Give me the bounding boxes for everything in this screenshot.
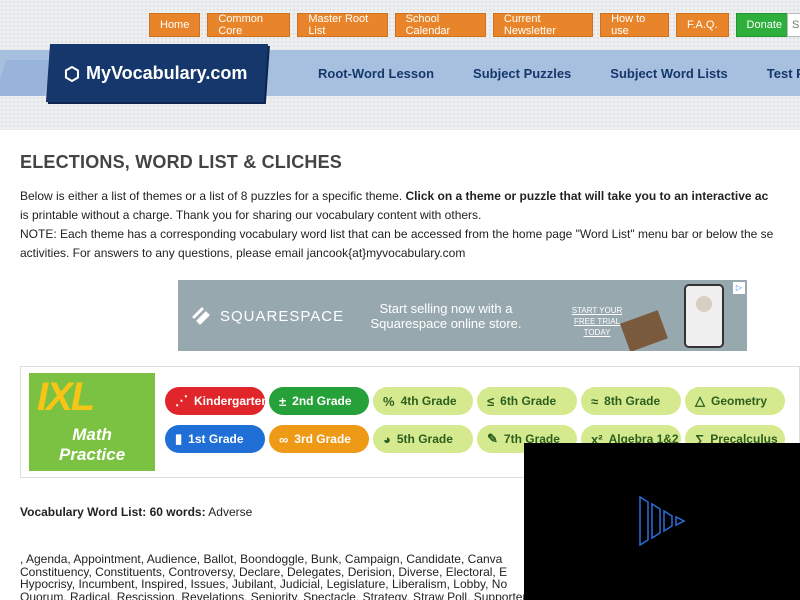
nav-home-button[interactable]: Home (149, 13, 201, 37)
grade-button-5[interactable]: ≈8th Grade (581, 387, 681, 415)
nav-root-word-lesson[interactable]: Root-Word Lesson (318, 66, 434, 81)
squarespace-brand: SQUARESPACE (220, 307, 345, 325)
grade-button-2[interactable]: ±2nd Grade (269, 387, 369, 415)
grade-label: 6th Grade (500, 394, 557, 408)
nav-subject-word-lists[interactable]: Subject Word Lists (610, 66, 728, 81)
search-input[interactable]: S (787, 13, 800, 37)
top-nav: Home Common Core Master Root List School… (149, 13, 800, 37)
grade-button-8[interactable]: ∞ 3rd Grade (269, 425, 369, 453)
video-player[interactable] (524, 443, 800, 600)
ad-phone-image (684, 284, 724, 348)
intro-line-2: is printable without a charge. Thank you… (20, 208, 482, 222)
grade-icon: ◕ (383, 431, 391, 447)
grade-icon: ▮ (175, 431, 183, 446)
squarespace-logo: SQUARESPACE (190, 305, 344, 327)
logo-text: MyVocabulary.com (86, 62, 248, 83)
grade-button-9[interactable]: ◕ 5th Grade (373, 425, 473, 453)
grade-label: Kindergarten (194, 394, 269, 408)
ixl-subtitle: Math Practice (59, 425, 125, 465)
intro-line-4: activities. For answers to any questions… (20, 246, 466, 260)
ad-headline: Start selling now with a Squarespace onl… (370, 301, 522, 331)
grade-label: 5th Grade (396, 432, 453, 446)
page-title: ELECTIONS, WORD LIST & CLICHES (20, 152, 343, 172)
grade-button-1[interactable]: ⋰ Kindergarten (165, 387, 269, 415)
grade-label: Geometry (711, 394, 768, 408)
intro-line-3: NOTE: Each theme has a corresponding voc… (20, 227, 774, 241)
grade-icon: ± (279, 393, 287, 409)
intro-text: Below is either a list of themes or a li… (20, 187, 800, 263)
nav-common-core-button[interactable]: Common Core (207, 13, 291, 37)
vocab-heading: Vocabulary Word List: 60 words: Adverse (20, 505, 252, 519)
hexagon-icon (65, 65, 80, 81)
grade-button-6[interactable]: △ Geometry (685, 387, 785, 415)
nav-school-calendar-button[interactable]: School Calendar (394, 13, 486, 37)
grade-icon: ✎ (487, 431, 498, 446)
main-nav: Root-Word Lesson Subject Puzzles Subject… (318, 66, 800, 81)
grade-label: 2nd Grade (292, 394, 352, 408)
intro-line-1: Below is either a list of themes or a li… (20, 189, 406, 203)
grade-label: 8th Grade (604, 394, 661, 408)
site-logo[interactable]: MyVocabulary.com (45, 44, 269, 102)
grade-icon: ≈ (591, 393, 599, 409)
grade-icon: ≤ (487, 393, 495, 409)
nav-current-newsletter-button[interactable]: Current Newsletter (492, 13, 594, 37)
vocab-first-word: Adverse (205, 505, 253, 519)
vocab-label: Vocabulary Word List: 60 words: (20, 505, 206, 519)
grade-button-4[interactable]: ≤6th Grade (477, 387, 577, 415)
grade-icon: ⋰ (175, 393, 188, 408)
video-loading-icon (639, 495, 686, 547)
nav-faq-button[interactable]: F.A.Q. (675, 13, 729, 37)
squarespace-mark-icon (192, 307, 210, 325)
grade-label: 1st Grade (188, 432, 244, 446)
ixl-subtitle-line-1: Math (72, 425, 112, 444)
squarespace-ad[interactable]: SQUARESPACE Start selling now with a Squ… (178, 280, 747, 351)
intro-line-1-bold: Click on a theme or puzzle that will tak… (405, 189, 769, 203)
nav-subject-puzzles[interactable]: Subject Puzzles (473, 66, 571, 81)
grade-icon: % (383, 393, 395, 409)
grade-icon: ∞ (279, 431, 289, 447)
nav-how-to-use-button[interactable]: How to use (600, 13, 669, 37)
grade-button-3[interactable]: % 4th Grade (373, 387, 473, 415)
grade-icon: △ (695, 393, 705, 408)
grade-button-7[interactable]: ▮ 1st Grade (165, 425, 265, 453)
nav-donate-button[interactable]: Donate (735, 13, 794, 37)
grade-label: 3rd Grade (294, 432, 351, 446)
ixl-subtitle-line-2: Practice (59, 445, 126, 464)
nav-master-root-list-button[interactable]: Master Root List (297, 13, 388, 37)
nav-test-prep[interactable]: Test Pre (767, 66, 800, 81)
ixl-logo: IXL (37, 375, 95, 419)
ixl-logo-box: IXL Math Practice (29, 373, 155, 471)
grade-label: 4th Grade (400, 394, 457, 408)
adchoices-icon[interactable]: ▷ (733, 282, 745, 294)
